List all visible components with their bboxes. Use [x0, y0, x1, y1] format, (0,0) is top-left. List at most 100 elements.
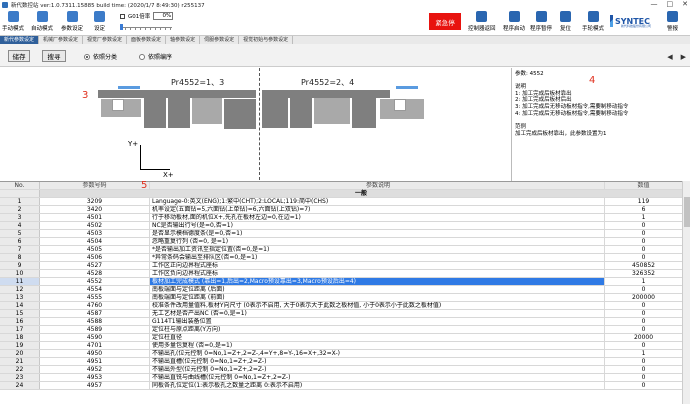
row-value[interactable]: 0 [605, 342, 682, 349]
row-code: 3209 [40, 198, 150, 205]
reset-button[interactable]: 复位 [560, 11, 571, 32]
table-row[interactable]: 3 4501 行于移动板材,面的机位X+,先孔在板材左边=0,在边=1) 1 [0, 214, 682, 222]
table-row[interactable]: 24 4957 同板各孔位定位(1:表示板孔之数量之距离 0:表示不启用) 0 [0, 382, 682, 390]
table-row[interactable]: 11 4552 板材加工完成模式 (靠出=1,后出=2,Macro预设靠出=3,Ma… [0, 278, 682, 286]
row-value[interactable]: 0 [605, 238, 682, 245]
row-value[interactable]: 1 [605, 214, 682, 221]
table-row[interactable]: 9 4527 工作区正向边界程式座标 450852 [0, 262, 682, 270]
controller-return-button[interactable]: 控制器返回 [468, 11, 496, 32]
row-description: 定位柱直径 [150, 334, 605, 341]
g01-slider[interactable] [120, 24, 172, 30]
tab-axis-params[interactable]: 轴参数设定 [166, 36, 201, 44]
left-block-3 [192, 98, 222, 124]
radio-by-category-dot[interactable] [84, 53, 90, 60]
hand-mode-button[interactable]: 手动模式 [2, 11, 24, 32]
table-row[interactable]: 7 4505 *是否输出加工资讯至指定位置(否=0,是=1) 0 [0, 246, 682, 254]
table-row[interactable]: 17 4589 定位柱与原点距离(Y方向) 0 [0, 326, 682, 334]
row-value[interactable]: 326352 [605, 270, 682, 277]
tab-machine-params[interactable]: 机械厂参数设定 [39, 36, 84, 44]
row-value[interactable]: 1 [605, 278, 682, 285]
table-row[interactable]: 1 3209 Language-0:英文(ENG);1:繁中(CHT);2:LOCA… [0, 198, 682, 206]
row-value[interactable]: 0 [605, 286, 682, 293]
row-value[interactable]: 0 [605, 374, 682, 381]
table-row[interactable]: 22 4952 不输出外型(位元控制 0=No,1=Z+,2=Z-) 0 [0, 366, 682, 374]
row-value[interactable]: 0 [605, 310, 682, 317]
row-value[interactable]: 6 [605, 206, 682, 213]
program-start-button[interactable]: 程序启动 [503, 11, 525, 32]
search-button[interactable]: 搜寻 [42, 50, 66, 62]
alarm-button[interactable]: 警报 [667, 11, 678, 32]
table-row[interactable]: 18 4590 定位柱直径 20000 [0, 334, 682, 342]
row-code: 4589 [40, 326, 150, 333]
maximize-button[interactable]: □ [667, 0, 674, 8]
save-button[interactable]: 储存 [8, 50, 30, 62]
table-scrollbar[interactable] [682, 181, 690, 404]
diagram-divider [259, 68, 260, 180]
row-value[interactable]: 0 [605, 246, 682, 253]
tab-vision-params[interactable]: 视觉厂参数设定 [83, 36, 128, 44]
row-value[interactable]: 0 [605, 302, 682, 309]
tab-syntec-params[interactable]: 新代参数设定 [0, 36, 40, 44]
table-row[interactable]: 13 4555 南板端面与定位距离 (前面) 200000 [0, 294, 682, 302]
row-value[interactable]: 0 [605, 358, 682, 365]
handwheel-mode-button[interactable]: 手轮模式 [582, 11, 604, 32]
table-row[interactable]: 4 4502 NC是否输出行号(是=0,否=1) 0 [0, 222, 682, 230]
minimize-button[interactable]: — [651, 0, 658, 8]
table-row[interactable]: 5 4503 是否显示模档德度条(是=0,否=1) 0 [0, 230, 682, 238]
table-row[interactable]: 19 4701 使用多量包复程 (否=0,是=1) 0 [0, 342, 682, 350]
tab-servo-params[interactable]: 伺服参数设定 [200, 36, 240, 44]
row-value[interactable]: 0 [605, 366, 682, 373]
row-value[interactable]: 200000 [605, 294, 682, 301]
right-mode-label: Pr4552=2、4 [301, 78, 355, 87]
row-value[interactable]: 0 [605, 230, 682, 237]
slider-knob[interactable] [120, 24, 123, 30]
radio-by-category[interactable]: 依照分类 [84, 52, 117, 61]
close-button[interactable]: ✕ [682, 0, 688, 8]
table-row[interactable]: 20 4950 不输出孔(位元控制 0=No,1=Z+,2=Z-,4=Y+,8=Y-… [0, 350, 682, 358]
table-row[interactable]: 21 4951 不输出直槽(位元控制 0=No,1=Z+,2=Z-) 0 [0, 358, 682, 366]
radio-by-order[interactable]: 依照编序 [139, 52, 172, 61]
table-row[interactable]: 2 3420 机率设定(五面钻=5,六面钻(上单钻)=6,六面钻(上双钻)=7) 6 [0, 206, 682, 214]
row-value[interactable]: 20000 [605, 334, 682, 341]
tab-vision-init-params[interactable]: 视觉初始与参数设定 [239, 36, 294, 44]
row-value[interactable]: 450852 [605, 262, 682, 269]
row-description: 无工艺材是否产出NC (否=0,是=1) [150, 310, 605, 317]
table-row[interactable]: 12 4554 南板端面与定位距离 (后面) 0 [0, 286, 682, 294]
tab-panel-params[interactable]: 面板参数设定 [127, 36, 167, 44]
row-value[interactable]: 0 [605, 326, 682, 333]
row-number: 20 [0, 350, 40, 357]
table-row[interactable]: 10 4528 工作区负向边界程式座标 326352 [0, 270, 682, 278]
table-row[interactable]: 8 4506 *异常条码会输出至排队区(否=0,是=1) 0 [0, 254, 682, 262]
param-title: 参数: 4552 [515, 71, 544, 77]
emergency-stop-button[interactable]: 紧急停 [429, 13, 461, 30]
parameter-table: No. 参数号码 参数说明 数值 一般 1 3209 Language-0:英文(E… [0, 181, 682, 404]
param-settings-button[interactable]: 参数设定 [61, 11, 83, 32]
program-pause-button[interactable]: 程序暂停 [530, 11, 552, 32]
settings-button[interactable]: 设定 [94, 11, 105, 32]
row-description: 不输出直铣与曲线槽(位元控制 0=No,1=Z+,2=Z-) [150, 374, 605, 381]
table-row[interactable]: 14 4760 校准条件改用量值料,板材Y向尺寸 (0表示不启用, 大于0表示大于此… [0, 302, 682, 310]
row-value[interactable]: 0 [605, 318, 682, 325]
row-code: 4588 [40, 318, 150, 325]
g01-checkbox[interactable] [120, 13, 125, 19]
row-value[interactable]: 0 [605, 222, 682, 229]
window-title: 新代数控站 ver:1.0.7311.15885 build time: (20… [11, 2, 205, 9]
row-value[interactable]: 0 [605, 254, 682, 261]
auto-mode-button[interactable]: 自动模式 [31, 11, 53, 32]
row-number: 23 [0, 374, 40, 381]
row-description: 不输出外型(位元控制 0=No,1=Z+,2=Z-) [150, 366, 605, 373]
left-move-arrow-icon [118, 86, 140, 89]
table-row[interactable]: 23 4953 不输出直铣与曲线槽(位元控制 0=No,1=Z+,2=Z-) 0 [0, 374, 682, 382]
row-value[interactable]: 1 [605, 350, 682, 357]
row-value[interactable]: 0 [605, 382, 682, 389]
row-number: 12 [0, 286, 40, 293]
arrow-left-icon[interactable]: ◀ [667, 53, 672, 61]
table-row[interactable]: 15 4587 无工艺材是否产出NC (否=0,是=1) 0 [0, 310, 682, 318]
table-row[interactable]: 6 4504 忽略重复行列 (否=0, 是=1) 0 [0, 238, 682, 246]
row-code: 4554 [40, 286, 150, 293]
scrollbar-thumb[interactable] [684, 197, 690, 227]
row-value[interactable]: 119 [605, 198, 682, 205]
table-row[interactable]: 16 4588 G114T1输出装备位置 0 [0, 318, 682, 326]
arrow-right-icon[interactable]: ▶ [681, 53, 686, 61]
radio-by-order-dot[interactable] [139, 53, 145, 60]
